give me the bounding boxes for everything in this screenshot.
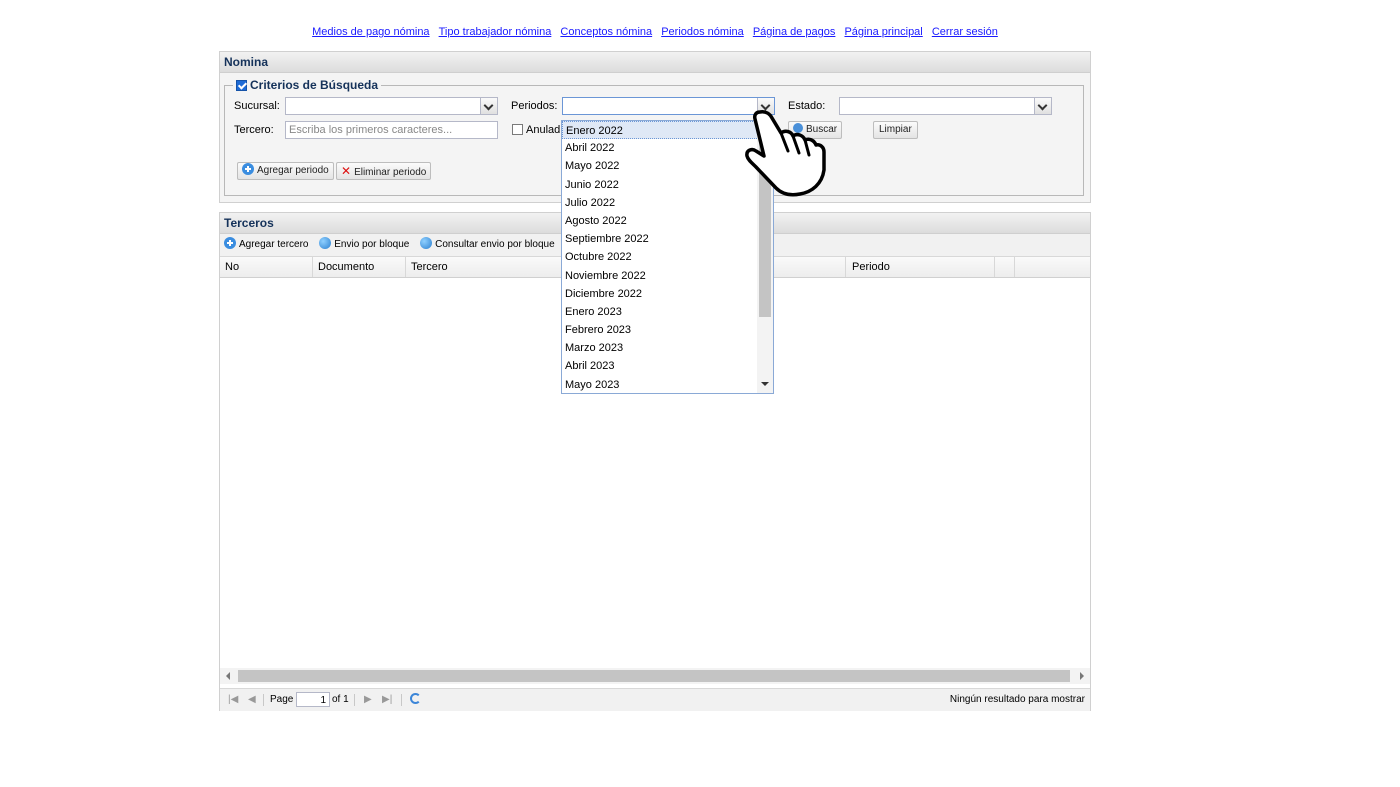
list-item[interactable]: Octubre 2022 [562,248,773,266]
column-extra [995,257,1015,277]
sucursal-dropdown-trigger[interactable] [480,98,497,114]
envio-bloque-label: Envio por bloque [334,239,410,250]
column-periodo[interactable]: Periodo [847,257,995,277]
sucursal-label: Sucursal: [234,100,280,112]
pager-separator [263,694,264,706]
criteria-legend-label: Criterios de Búsqueda [250,78,379,92]
envio-bloque-button[interactable]: Envio por bloque [319,237,410,250]
consultar-envio-label: Consultar envio por bloque [435,239,555,250]
pager-status: Ningún resultado para mostrar [949,694,1085,705]
refresh-icon[interactable] [410,693,421,704]
link-cerrar-sesion[interactable]: Cerrar sesión [932,26,998,38]
pager-separator [354,694,355,706]
eliminar-periodo-button[interactable]: ✕ Eliminar periodo [336,162,432,180]
top-navigation: Medios de pago nómina Tipo trabajador nó… [219,26,1091,38]
agregar-periodo-label: Agregar periodo [257,165,329,176]
plus-circle-icon [224,237,236,249]
nomina-panel-title: Nomina [220,52,1090,73]
column-no[interactable]: No [220,257,313,277]
periodos-label: Periodos: [511,100,558,112]
send-icon [319,237,332,249]
list-item[interactable]: Enero 2023 [562,303,773,321]
limpiar-button-label: Limpiar [879,124,912,135]
agregar-tercero-button[interactable]: Agregar tercero [224,237,309,250]
limpiar-button[interactable]: Limpiar [873,121,918,139]
list-item[interactable]: Marzo 2023 [562,339,773,357]
list-item[interactable]: Mayo 2023 [562,376,773,393]
criteria-legend[interactable]: Criterios de Búsqueda [233,78,381,92]
link-pagina-pagos[interactable]: Página de pagos [753,26,836,38]
link-periodos[interactable]: Periodos nómina [661,26,744,38]
horizontal-scrollbar[interactable] [220,668,1090,684]
link-conceptos[interactable]: Conceptos nómina [560,26,652,38]
scroll-right-icon[interactable] [1080,672,1084,680]
paging-toolbar: |◀ ◀ Page 1 of 1 ▶ ▶| Ningún resultado p… [220,688,1090,711]
estado-combobox[interactable] [839,97,1052,115]
list-item[interactable]: Agosto 2022 [562,212,773,230]
link-tipo-trabajador[interactable]: Tipo trabajador nómina [439,26,552,38]
link-pagina-principal[interactable]: Página principal [844,26,922,38]
link-medios-pago[interactable]: Medios de pago nómina [312,26,429,38]
criteria-toggle-checkbox[interactable] [236,80,247,91]
pointing-hand-icon [745,110,826,197]
scroll-thumb[interactable] [238,670,1070,682]
prev-page-icon[interactable]: ◀ [248,689,256,711]
anulados-checkbox-wrap[interactable]: Anulad [512,124,560,136]
first-page-icon[interactable]: |◀ [228,689,238,711]
column-documento[interactable]: Documento [313,257,406,277]
anulados-label: Anulad [526,124,561,136]
page-number-input[interactable]: 1 [296,692,330,707]
list-item[interactable]: Septiembre 2022 [562,230,773,248]
estado-dropdown-trigger[interactable] [1034,98,1051,114]
page-label: Page [270,694,294,705]
next-page-icon[interactable]: ▶ [364,689,372,711]
scroll-left-icon[interactable] [226,672,230,680]
plus-circle-icon [242,163,254,175]
x-icon: ✕ [341,164,352,178]
list-item[interactable]: Diciembre 2022 [562,285,773,303]
page-count-label: of 1 [332,694,349,705]
agregar-periodo-button[interactable]: Agregar periodo [237,162,334,180]
list-item[interactable]: Noviembre 2022 [562,267,773,285]
send-icon [420,237,433,249]
list-item[interactable]: Febrero 2023 [562,321,773,339]
tercero-label: Tercero: [234,124,274,136]
anulados-checkbox[interactable] [512,124,523,135]
sucursal-combobox[interactable] [285,97,498,115]
consultar-envio-button[interactable]: Consultar envio por bloque [420,237,555,250]
list-item[interactable]: Abril 2023 [562,357,773,375]
agregar-tercero-label: Agregar tercero [239,239,309,250]
pager-separator [401,694,402,706]
eliminar-periodo-label: Eliminar periodo [354,167,427,178]
tercero-input[interactable]: Escriba los primeros caracteres... [285,121,498,139]
last-page-icon[interactable]: ▶| [382,689,392,711]
scroll-down-icon[interactable] [761,382,769,386]
